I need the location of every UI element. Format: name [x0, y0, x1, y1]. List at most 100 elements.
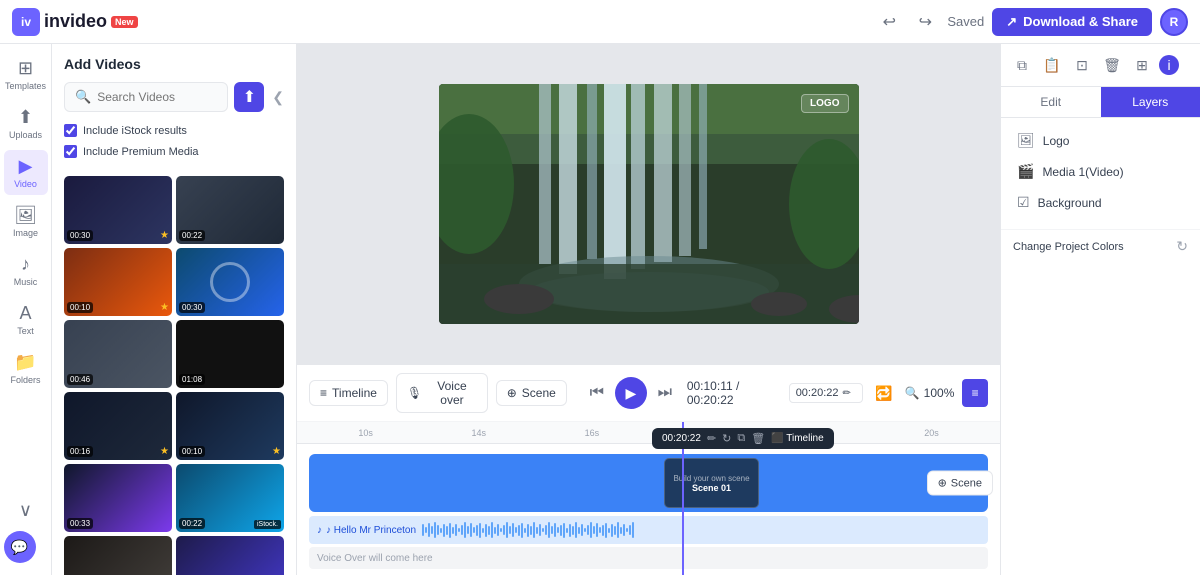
list-item[interactable]: 00:22 iStock. — [176, 464, 284, 532]
timeline-tracks-container: 10s 14s 16s 12s 16s 20s 00:20:22 ✏ ↻ ⧉ — [297, 422, 1000, 575]
upload-button[interactable]: ⬆ — [234, 82, 264, 112]
popup-delete-icon[interactable]: 🗑 — [751, 432, 765, 445]
transport-controls: ⏮ ▶ ⏭ — [583, 377, 679, 409]
list-item[interactable]: 00:16 ★ — [64, 392, 172, 460]
collapse-panel-button[interactable]: ❮ — [272, 89, 284, 106]
waterfall-visual — [439, 84, 859, 324]
paste-button[interactable]: 📋 — [1039, 52, 1065, 78]
sidebar: ⊞ Templates ⬆ Uploads ▶ Video 🖼 Image ♪ … — [0, 44, 52, 575]
scene-card: Build your own scene Scene 01 — [664, 458, 759, 508]
right-panel: ⧉ 📋 ⊡ 🗑 ⊞ i Edit Layers 🖼 Logo 🎬 Media 1… — [1000, 44, 1200, 575]
video-grid: 00:30 ★ 00:22 00:10 ★ 00:30 — [52, 170, 296, 575]
voice-over-label: Voice over — [427, 379, 477, 407]
video-panel-title: Add Videos — [64, 56, 284, 72]
thumb-duration: 00:10 — [179, 446, 205, 457]
folders-label: Folders — [10, 375, 40, 385]
popup-edit-icon[interactable]: ✏ — [707, 432, 716, 445]
add-scene-button[interactable]: ⊕ Scene — [927, 471, 993, 496]
uploads-icon: ⬆ — [18, 107, 33, 128]
thumb-duration: 00:22 — [179, 518, 205, 529]
upload-icon: ⬆ — [243, 87, 256, 107]
grid-button[interactable]: ⊞ — [1129, 52, 1155, 78]
popup-time: 00:20:22 — [662, 433, 701, 444]
list-item[interactable]: 00:33 — [64, 464, 172, 532]
list-item[interactable]: 00:30 ★ — [64, 176, 172, 244]
sidebar-item-templates[interactable]: ⊞ Templates — [4, 52, 48, 97]
change-colors[interactable]: Change Project Colors ↻ — [1001, 229, 1200, 263]
more-options-button[interactable]: ≡ — [962, 379, 988, 407]
time-input[interactable]: 00:20:22 ✏ — [789, 383, 863, 403]
timeline-button[interactable]: ≡ Timeline — [309, 380, 388, 406]
popup-copy-icon[interactable]: ⧉ — [737, 432, 745, 445]
list-item[interactable]: 00:10 ★ — [64, 248, 172, 316]
list-item[interactable]: 00:46 — [64, 320, 172, 388]
layer-media-label: Media 1(Video) — [1042, 165, 1123, 179]
layer-bg-label: Background — [1038, 196, 1102, 210]
delete-button[interactable]: 🗑 — [1099, 52, 1125, 78]
premium-checkbox[interactable] — [64, 145, 77, 158]
voiceover-track: Voice Over will come here — [309, 547, 988, 569]
audio-waveform — [422, 521, 980, 539]
skip-forward-button[interactable]: ⏭ — [651, 379, 679, 407]
play-button[interactable]: ▶ — [615, 377, 647, 409]
layer-item-background[interactable]: ☑ Background — [1009, 188, 1192, 217]
timeline-area: ≡ Timeline 🎙 Voice over ⊕ Scene ⏮ ▶ ⏭ — [297, 364, 1000, 575]
tab-edit[interactable]: Edit — [1001, 87, 1101, 117]
skip-back-button[interactable]: ⏮ — [583, 379, 611, 407]
avatar[interactable]: R — [1160, 8, 1188, 36]
list-item[interactable]: 01:09 — [64, 536, 172, 575]
layer-item-logo[interactable]: 🖼 Logo — [1009, 126, 1192, 155]
layer-item-media[interactable]: 🎬 Media 1(Video) — [1009, 157, 1192, 186]
list-item[interactable]: 00:22 — [176, 176, 284, 244]
sidebar-item-folders[interactable]: 📁 Folders — [4, 346, 48, 391]
tab-layers[interactable]: Layers — [1101, 87, 1200, 117]
folders-icon: 📁 — [14, 352, 36, 373]
sidebar-item-image[interactable]: 🖼 Image — [4, 199, 48, 244]
search-input[interactable] — [97, 90, 217, 104]
voice-over-button[interactable]: 🎙 Voice over — [396, 373, 488, 413]
zoom-icon: 🔍 — [905, 386, 920, 400]
premium-label: Include Premium Media — [83, 146, 199, 158]
sidebar-item-video[interactable]: ▶ Video — [4, 150, 48, 195]
logo-text: invideo — [44, 11, 107, 32]
layer-logo-icon: 🖼 — [1017, 132, 1035, 149]
sidebar-item-more[interactable]: ∨ — [4, 494, 48, 527]
thumb-star-icon: ★ — [272, 446, 281, 457]
copy-button[interactable]: ⧉ — [1009, 52, 1035, 78]
undo-button[interactable]: ↩ — [875, 8, 903, 36]
track-popup: 00:20:22 ✏ ↻ ⧉ 🗑 ⬛ Timeline — [652, 428, 834, 449]
premium-checkbox-row: Include Premium Media — [64, 141, 284, 162]
popup-refresh-icon[interactable]: ↻ — [722, 432, 731, 445]
timeline-ruler: 10s 14s 16s 12s 16s 20s — [297, 422, 1000, 444]
text-label: Text — [17, 326, 34, 336]
download-share-button[interactable]: ↗ Download & Share — [992, 8, 1152, 36]
istock-checkbox[interactable] — [64, 124, 77, 137]
text-icon: A — [19, 303, 31, 324]
search-box[interactable]: 🔍 — [64, 82, 228, 112]
image-icon: 🖼 — [14, 205, 37, 226]
resize-button[interactable]: ⊡ — [1069, 52, 1095, 78]
list-item[interactable]: 00:10 ★ — [176, 392, 284, 460]
thumb-duration: 00:30 — [67, 230, 93, 241]
video-preview: LOGO — [439, 84, 859, 324]
uploads-label: Uploads — [9, 130, 42, 140]
redo-button[interactable]: ↪ — [911, 8, 939, 36]
ruler-mark: 20s — [875, 428, 988, 438]
sidebar-item-music[interactable]: ♪ Music — [4, 248, 48, 293]
sidebar-item-uploads[interactable]: ⬆ Uploads — [4, 101, 48, 146]
ruler-mark: 16s — [535, 428, 648, 438]
timeline-label: Timeline — [332, 386, 377, 400]
list-item[interactable]: 01:08 — [176, 320, 284, 388]
sidebar-item-text[interactable]: A Text — [4, 297, 48, 342]
zoom-value: 100% — [924, 386, 955, 400]
chat-button[interactable]: 💬 — [4, 531, 36, 563]
logo: iv invideo New — [12, 8, 138, 36]
popup-timeline-label: ⬛ Timeline — [771, 433, 823, 444]
info-button[interactable]: i — [1159, 55, 1179, 75]
video-panel-header: Add Videos 🔍 ⬆ ❮ Include iStock results — [52, 44, 296, 170]
list-item[interactable]: 00:30 — [176, 248, 284, 316]
scene-button[interactable]: ⊕ Scene — [496, 380, 567, 406]
loop-button[interactable]: 🔁 — [871, 379, 897, 407]
list-item[interactable]: 00:15 — [176, 536, 284, 575]
scene-track[interactable]: Build your own scene Scene 01 — [309, 454, 988, 512]
